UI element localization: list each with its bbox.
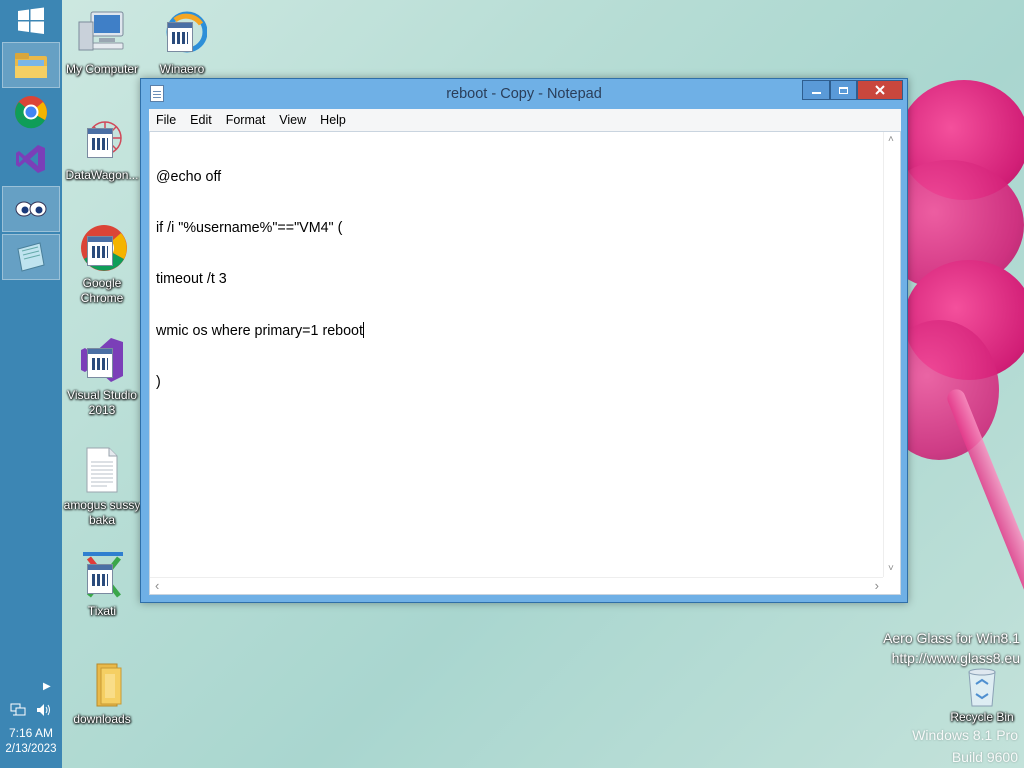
text-editor[interactable]: @echo off if /i "%username%"=="VM4" ( ti… [149, 131, 901, 595]
winaero-shortcut-icon [157, 10, 208, 60]
menu-file[interactable]: File [149, 109, 183, 131]
desktop-icon-label: Winaero [159, 62, 205, 76]
tixati-shortcut-icon [77, 552, 127, 602]
chrome-icon[interactable] [2, 89, 60, 135]
desktop-icon-recycle-bin[interactable]: Recycle Bin [942, 664, 1022, 725]
close-button[interactable] [857, 80, 903, 100]
editor-line: wmic os where primary=1 reboot [156, 323, 363, 339]
show-hidden-icons-icon[interactable]: ▶ [43, 681, 51, 692]
clock-date[interactable]: 2/13/2023 [0, 743, 62, 755]
watermark-line1: Aero Glass for Win8.1 [883, 630, 1020, 646]
desktop-icon-label: Visual Studio 2013 [67, 388, 137, 417]
desktop-icon-my-computer[interactable]: My Computer [62, 10, 142, 77]
desktop-icon-label: Recycle Bin [950, 710, 1014, 724]
computer-icon [77, 10, 127, 60]
windows-logo-icon[interactable] [14, 4, 48, 38]
vertical-scrollbar[interactable]: ˄ ˅ [883, 132, 900, 578]
network-icon[interactable] [10, 703, 26, 720]
datawagon-shortcut-icon [77, 116, 127, 166]
desktop-icon-label: Google Chrome [80, 276, 124, 305]
editor-line: if /i "%username%"=="VM4" ( [156, 220, 343, 236]
folder-icon [77, 660, 127, 710]
scroll-up-icon[interactable]: ˄ [888, 135, 894, 145]
desktop-icon-label: downloads [73, 712, 131, 726]
size-grip[interactable] [883, 577, 900, 594]
volume-icon[interactable] [36, 703, 52, 720]
scroll-left-icon[interactable]: ‹ [155, 579, 159, 592]
text-caret [362, 322, 364, 338]
horizontal-scrollbar[interactable]: ‹ › [150, 577, 885, 594]
desktop-icon-label: amogus sussy baka [63, 498, 141, 527]
menu-view[interactable]: View [272, 109, 313, 131]
editor-content[interactable]: @echo off if /i "%username%"=="VM4" ( ti… [156, 135, 364, 425]
chrome-shortcut-icon [77, 224, 127, 274]
menu-bar: File Edit Format View Help [149, 109, 901, 131]
scroll-right-icon[interactable]: › [875, 579, 879, 592]
visual-studio-icon[interactable] [2, 136, 60, 182]
maximize-icon [839, 86, 848, 94]
desktop-icon-label: Tixati [87, 604, 117, 618]
menu-format[interactable]: Format [219, 109, 273, 131]
title-bar[interactable]: reboot - Copy - Notepad [141, 79, 907, 109]
clock-time[interactable]: 7:16 AM [0, 726, 62, 740]
eyes-app-icon[interactable] [2, 186, 60, 232]
notepad-icon[interactable] [2, 234, 60, 280]
maximize-button[interactable] [830, 80, 857, 100]
minimize-button[interactable] [802, 80, 830, 100]
editor-line: ) [156, 374, 161, 390]
version-line2: Build 9600 [951, 749, 1018, 765]
aero-glass-watermark: Aero Glass for Win8.1 http://www.glass8.… [883, 630, 1020, 666]
scroll-down-icon[interactable]: ˅ [888, 564, 894, 574]
version-line1: Windows 8.1 Pro [912, 727, 1018, 743]
file-explorer-icon[interactable] [2, 42, 60, 88]
editor-line: @echo off [156, 169, 222, 185]
desktop-icon-downloads[interactable]: downloads [62, 660, 142, 727]
window-title: reboot - Copy - Notepad [446, 86, 602, 102]
desktop-icon-amogus[interactable]: amogus sussy baka [62, 446, 142, 528]
editor-line: timeout /t 3 [156, 271, 227, 287]
desktop-icon-label: DataWagon... [65, 168, 139, 182]
desktop-icon-visual-studio[interactable]: Visual Studio 2013 [62, 336, 142, 418]
taskbar: ▶ 7:16 AM 2/13/2023 [0, 0, 62, 768]
menu-help[interactable]: Help [313, 109, 353, 131]
desktop-icon-datawagon[interactable]: DataWagon... [62, 116, 142, 183]
visual-studio-shortcut-icon [77, 336, 127, 386]
menu-edit[interactable]: Edit [183, 109, 219, 131]
desktop-icon-google-chrome[interactable]: Google Chrome [62, 224, 142, 306]
text-file-icon [77, 446, 127, 496]
recycle-bin-icon [957, 664, 1007, 708]
windows-version: Windows 8.1 Pro Build 9600 [912, 727, 1018, 765]
notepad-window[interactable]: reboot - Copy - Notepad File Edit Format… [140, 78, 908, 603]
close-icon [875, 85, 885, 95]
minimize-icon [811, 92, 821, 94]
desktop-icon-tixati[interactable]: Tixati [62, 552, 142, 619]
desktop-icon-winaero[interactable]: Winaero [142, 10, 222, 77]
desktop-icon-label: My Computer [65, 62, 139, 76]
